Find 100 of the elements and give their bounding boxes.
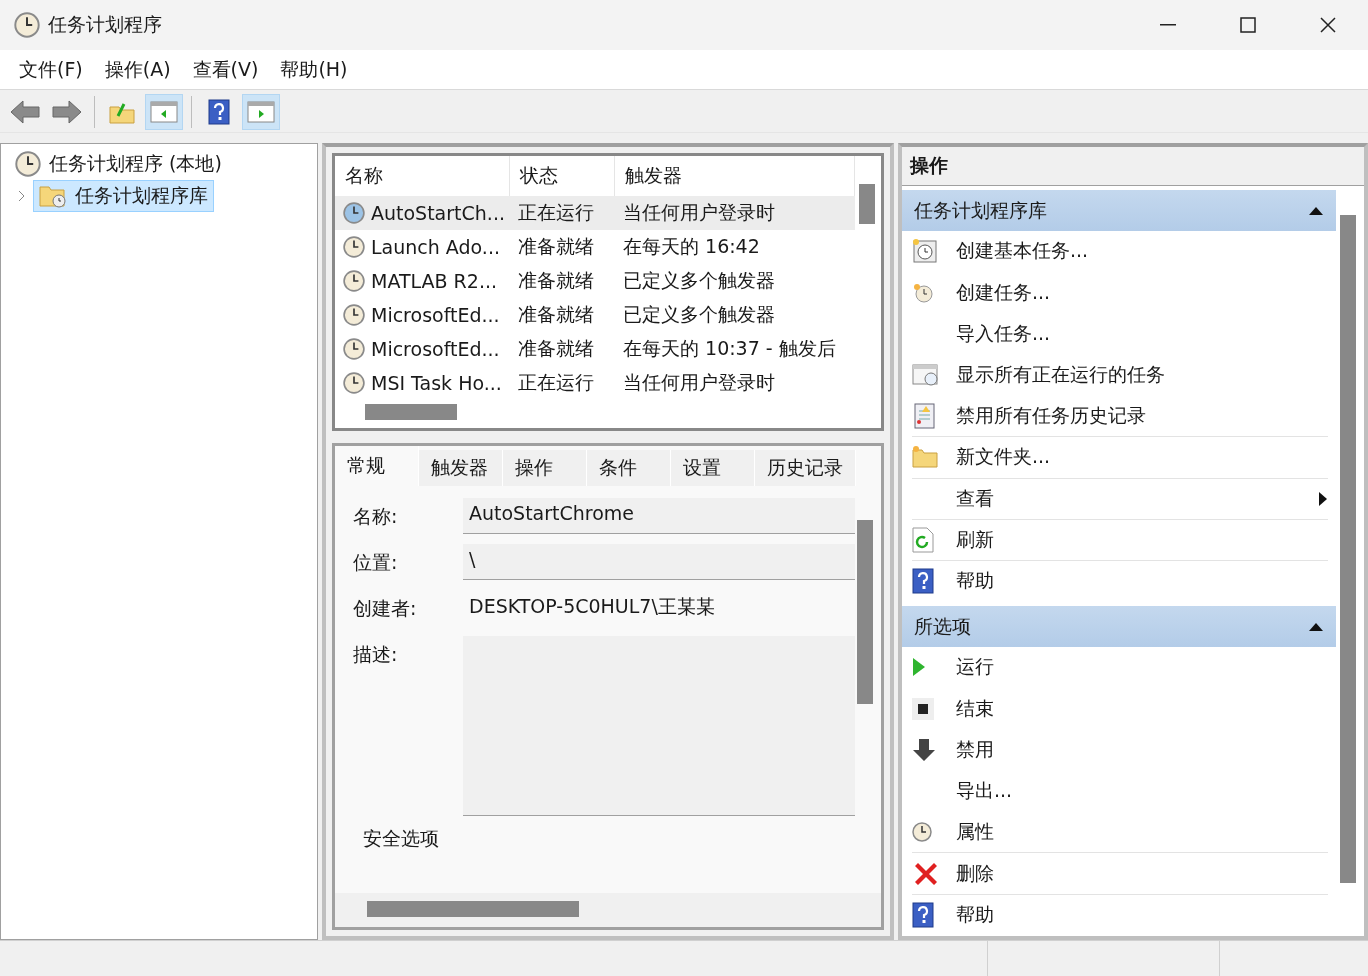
table-cell: Launch Ado... — [371, 236, 500, 258]
tab[interactable]: 操作 — [503, 450, 587, 486]
task-row[interactable]: MSI Task Ho... 正在运行 当任何用户登录时 — [335, 366, 855, 400]
table-cell-text: 准备就绪 — [517, 268, 595, 293]
forward-arrow-icon — [52, 99, 82, 124]
clock-icon — [343, 338, 365, 360]
task-row[interactable]: MicrosoftEd... 准备就绪 在每天的 10:37 - 触发后 — [335, 332, 855, 366]
menu-item[interactable]: 查看(V) — [181, 56, 270, 83]
field-label: 创建者: — [353, 596, 418, 621]
scrollbar-thumb[interactable] — [859, 184, 875, 224]
action-item[interactable]: 查看 — [912, 478, 1328, 520]
action-item[interactable]: 属性 — [912, 812, 1328, 854]
caret-up-icon — [1308, 621, 1324, 632]
stop-icon — [912, 697, 934, 720]
scrollbar-thumb[interactable] — [367, 901, 579, 917]
section-header[interactable]: 任务计划程序库 — [902, 190, 1336, 232]
description-field[interactable] — [463, 636, 855, 816]
table-cell-text: 正在运行 — [517, 200, 595, 225]
table-cell: MicrosoftEd... — [371, 338, 500, 360]
chevron-right-icon[interactable] — [17, 190, 27, 202]
action-item[interactable]: 帮助 — [912, 560, 1328, 603]
author-value: DESKTOP-5C0HUL7\王某某 — [468, 594, 716, 619]
notebook-icon — [912, 403, 936, 430]
refresh-icon — [912, 526, 934, 553]
clock-icon — [343, 372, 365, 394]
close-icon[interactable] — [1320, 17, 1336, 33]
clock-icon — [15, 151, 41, 177]
action-item[interactable]: 禁用所有任务历史记录 — [912, 396, 1328, 438]
scrollbar-thumb[interactable] — [1340, 215, 1356, 883]
down-arrow-icon — [912, 737, 936, 762]
action-item[interactable]: 显示所有正在运行的任务 — [912, 354, 1328, 397]
table-cell-text: 准备就绪 — [517, 234, 595, 259]
folder-clock-icon — [39, 183, 67, 209]
back-arrow-icon — [10, 99, 40, 124]
menu-item[interactable]: 操作(A) — [93, 56, 182, 83]
table-cell-text: 正在运行 — [517, 370, 595, 395]
pane-title: 操作 — [902, 147, 1364, 186]
action-item[interactable]: 创建基本任务... — [912, 231, 1328, 273]
help-icon — [912, 901, 934, 928]
calendar-clock-icon — [912, 238, 938, 265]
maximize-icon[interactable] — [1240, 17, 1256, 33]
location-field[interactable]: \ — [463, 544, 855, 580]
clock-icon — [14, 12, 40, 38]
minimize-icon[interactable] — [1160, 24, 1176, 26]
tab[interactable]: 历史记录 — [755, 450, 856, 486]
submenu-arrow-icon — [1318, 490, 1328, 507]
task-row[interactable]: MicrosoftEd... 准备就绪 已定义多个触发器 — [335, 298, 855, 332]
table-cell-text: 当任何用户登录时 — [622, 370, 776, 395]
clock-icon — [912, 281, 934, 304]
panel-right-icon — [247, 99, 275, 124]
table-cell-text: 当任何用户登录时 — [622, 200, 776, 225]
table-cell-text: 在每天的 10:37 - 触发后 — [622, 336, 837, 361]
table-cell: MicrosoftEd... — [371, 304, 500, 326]
table-cell-text: 已定义多个触发器 — [622, 268, 776, 293]
action-item[interactable]: 删除 — [912, 853, 1328, 895]
action-item[interactable]: 创建任务... — [912, 272, 1328, 314]
action-item[interactable]: 帮助 — [912, 894, 1328, 936]
tree-item[interactable]: 任务计划程序 (本地) — [9, 148, 228, 180]
clock-icon — [343, 202, 365, 224]
help-icon — [912, 568, 934, 595]
play-icon — [912, 657, 926, 678]
field-label: 位置: — [353, 550, 399, 575]
field-label: 描述: — [353, 642, 399, 667]
action-item[interactable]: 导入任务... — [912, 313, 1328, 355]
table-cell-text: 已定义多个触发器 — [622, 302, 776, 327]
section-header[interactable]: 所选项 — [902, 606, 1336, 648]
table-cell: MATLAB R2... — [371, 270, 498, 292]
name-field[interactable]: AutoStartChrome — [463, 498, 855, 534]
action-item[interactable]: 刷新 — [912, 519, 1328, 561]
table-cell-text: 准备就绪 — [517, 302, 595, 327]
window-title: 任务计划程序 — [48, 12, 163, 37]
table-cell-text: 准备就绪 — [517, 336, 595, 361]
clock-icon — [343, 270, 365, 292]
help-icon — [208, 98, 230, 125]
task-row[interactable]: Launch Ado... 准备就绪 在每天的 16:42 — [335, 230, 855, 264]
clock-icon — [343, 236, 365, 258]
tab[interactable]: 设置 — [671, 450, 755, 486]
task-row[interactable]: MATLAB R2... 准备就绪 已定义多个触发器 — [335, 264, 855, 298]
window-clock-icon — [912, 362, 940, 387]
tree-item[interactable]: 任务计划程序库 — [33, 180, 214, 212]
menu-item[interactable]: 帮助(H) — [269, 56, 359, 83]
caret-up-icon — [1308, 205, 1324, 216]
action-item[interactable]: 结束 — [912, 688, 1328, 730]
table-cell-text: 在每天的 16:42 — [622, 234, 761, 259]
scrollbar-thumb[interactable] — [365, 404, 457, 420]
menu-item[interactable]: 文件(F) — [8, 56, 94, 83]
clock-icon — [343, 304, 365, 326]
field-label: 名称: — [353, 504, 399, 529]
clock-icon — [912, 822, 932, 843]
action-item[interactable]: 导出... — [912, 771, 1328, 813]
tab[interactable]: 触发器 — [419, 450, 503, 486]
tab[interactable]: 条件 — [587, 450, 671, 486]
action-item[interactable]: 禁用 — [912, 729, 1328, 772]
table-cell: MSI Task Ho... — [371, 372, 502, 394]
table-cell: AutoStartCh... — [371, 202, 505, 224]
action-item[interactable]: 新文件夹... — [912, 437, 1328, 479]
scrollbar-thumb[interactable] — [857, 520, 873, 704]
action-item[interactable]: 运行 — [912, 647, 1328, 689]
task-row[interactable]: AutoStartCh... 正在运行 当任何用户登录时 — [335, 196, 855, 230]
group-label: 安全选项 — [362, 826, 439, 851]
